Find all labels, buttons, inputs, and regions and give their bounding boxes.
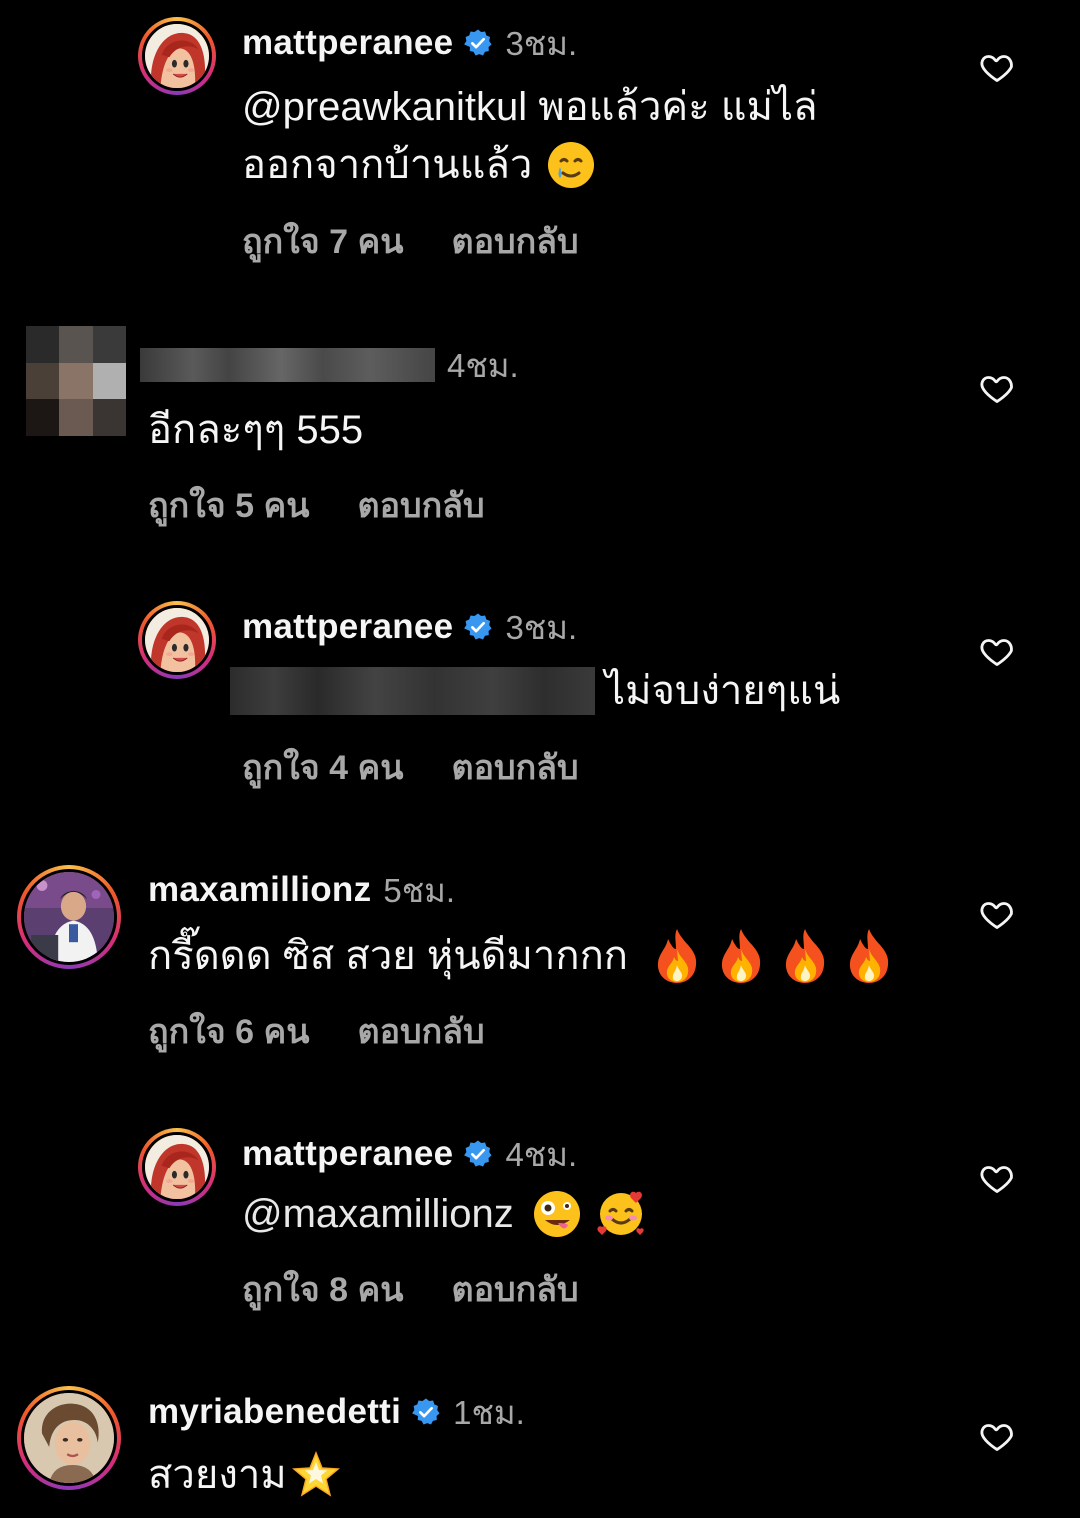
avatar[interactable]	[138, 1128, 216, 1206]
reply-button[interactable]: ตอบกลับ	[357, 478, 484, 532]
comment-text: @preawkanitkul พอแล้วค่ะ แม่ไล่ ออกจากบ้…	[242, 78, 818, 194]
timestamp: 4ชม.	[447, 346, 519, 384]
comment-header: mattperanee 3ชม.	[242, 605, 577, 649]
crying-smile-emoji-icon	[546, 140, 596, 190]
reply-button[interactable]: ตอบกลับ	[357, 1004, 484, 1058]
smiling-face-with-hearts-emoji-icon	[596, 1189, 646, 1239]
comment-meta: ถูกใจ 7 คน ตอบกลับ	[242, 214, 579, 268]
username-link[interactable]: maxamillionz	[148, 870, 371, 910]
timestamp: 5ชม.	[383, 871, 456, 909]
verified-badge-icon	[411, 1397, 441, 1427]
verified-badge-icon	[463, 1139, 493, 1169]
reply-button[interactable]: ตอบกลับ	[451, 1262, 578, 1316]
timestamp: 3ชม.	[505, 608, 578, 646]
comment-text-line: @preawkanitkul พอแล้วค่ะ แม่ไล่	[242, 85, 818, 129]
username-link[interactable]: myriabenedetti	[148, 1392, 401, 1432]
heart-icon[interactable]	[978, 896, 1016, 932]
fire-emoji-icon	[716, 927, 766, 985]
username-link[interactable]: mattperanee	[242, 1134, 453, 1174]
timestamp: 1ชม.	[453, 1393, 525, 1431]
heart-icon[interactable]	[978, 49, 1016, 85]
comment-text: @maxamillionz	[242, 1185, 646, 1243]
comment-meta: ถูกใจ 4 คน ตอบกลับ	[242, 740, 579, 794]
likes-count-link[interactable]: ถูกใจ 5 คน	[148, 478, 309, 532]
comment-text: อีกละๆๆ 555	[148, 408, 364, 452]
comment-meta: ถูกใจ 6 คน ตอบกลับ	[148, 1004, 485, 1058]
comment-text-content: สวยงาม	[148, 1453, 287, 1497]
username-link[interactable]: mattperanee	[242, 23, 453, 63]
mention-link[interactable]: @maxamillionz	[242, 1185, 514, 1243]
comment-meta: ถูกใจ 8 คน ตอบกลับ	[242, 1262, 579, 1316]
fire-emoji-icon	[652, 927, 702, 985]
heart-icon[interactable]	[978, 1418, 1016, 1454]
likes-count-link[interactable]: ถูกใจ 6 คน	[148, 1004, 309, 1058]
verified-badge-icon	[463, 612, 493, 642]
fire-emoji-icon	[844, 927, 894, 985]
avatar[interactable]	[17, 865, 121, 969]
username-link[interactable]: mattperanee	[242, 607, 453, 647]
avatar-blurred[interactable]	[26, 326, 126, 436]
likes-count-link[interactable]: ถูกใจ 8 คน	[242, 1262, 403, 1316]
blurred-mention[interactable]	[230, 667, 595, 715]
comment-text: ไม่จบง่ายๆแน่	[230, 662, 840, 720]
comment-header: mattperanee 3ชม.	[242, 21, 577, 65]
heart-icon[interactable]	[978, 633, 1016, 669]
comment-text: กรี๊ดดด ซิส สวย หุ่นดีมากกก	[148, 927, 894, 985]
fire-emoji-icon	[780, 927, 830, 985]
glowing-star-emoji-icon	[291, 1450, 341, 1500]
heart-icon[interactable]	[978, 370, 1016, 406]
zany-face-emoji-icon	[532, 1189, 582, 1239]
verified-badge-icon	[463, 28, 493, 58]
avatar[interactable]	[138, 601, 216, 679]
comment-meta: ถูกใจ 5 คน ตอบกลับ	[148, 478, 485, 532]
avatar[interactable]	[17, 1386, 121, 1490]
likes-count-link[interactable]: ถูกใจ 4 คน	[242, 740, 403, 794]
comment-text-content: กรี๊ดดด ซิส สวย หุ่นดีมากกก	[148, 934, 629, 978]
comment-header: mattperanee 4ชม.	[242, 1132, 577, 1176]
reply-button[interactable]: ตอบกลับ	[451, 740, 578, 794]
comment-header: 4ชม.	[140, 343, 519, 387]
comment-text-line: ออกจากบ้านแล้ว	[242, 143, 533, 187]
blurred-username[interactable]	[140, 348, 435, 382]
likes-count-link[interactable]: ถูกใจ 7 คน	[242, 214, 403, 268]
comment-header: myriabenedetti 1ชม.	[148, 1390, 525, 1434]
comment-text: สวยงาม	[148, 1446, 341, 1504]
comment-text-content: ไม่จบง่ายๆแน่	[605, 669, 841, 713]
avatar[interactable]	[138, 17, 216, 95]
heart-icon[interactable]	[978, 1160, 1016, 1196]
comment-header: maxamillionz 5ชม.	[148, 868, 455, 912]
timestamp: 3ชม.	[505, 24, 578, 62]
timestamp: 4ชม.	[505, 1135, 578, 1173]
reply-button[interactable]: ตอบกลับ	[451, 214, 578, 268]
